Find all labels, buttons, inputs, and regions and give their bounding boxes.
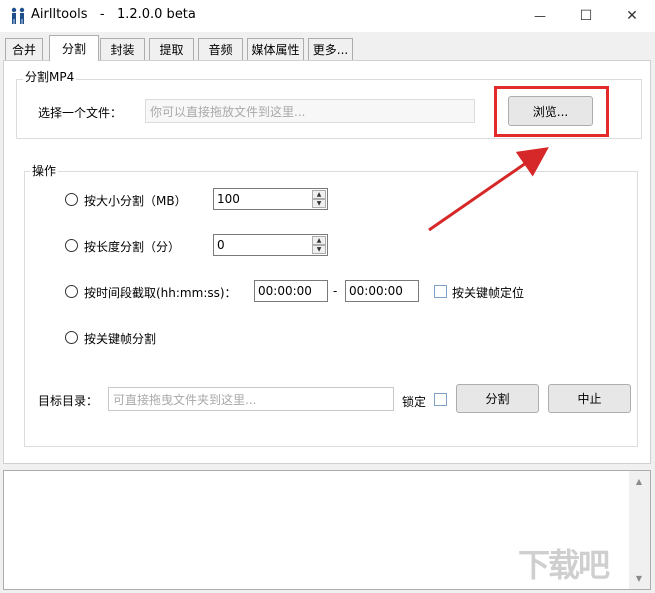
- end-time-input[interactable]: 00:00:00: [345, 280, 419, 302]
- length-stepper-value: 0: [217, 238, 225, 252]
- split-button[interactable]: 分割: [456, 384, 539, 413]
- radio-by-keyframe[interactable]: [65, 331, 78, 344]
- minimize-icon: —: [534, 9, 546, 23]
- scroll-down-icon[interactable]: ▼: [633, 574, 645, 586]
- annotation-arrow-icon: [428, 147, 549, 232]
- stop-button[interactable]: 中止: [548, 384, 631, 413]
- watermark-logo: 下载吧: [518, 546, 610, 584]
- keyframe-locate-label: 按关键帧定位: [452, 286, 525, 300]
- window-title: Airlltools - 1.2.0.0 beta: [31, 7, 196, 22]
- split-mp4-group-title: 分割MP4: [23, 68, 77, 85]
- file-input[interactable]: 你可以直接拖放文件到这里...: [145, 99, 475, 123]
- operation-group-title: 操作: [30, 162, 59, 179]
- annotation-highlight-box: [494, 86, 609, 137]
- maximize-icon: ☐: [579, 8, 593, 24]
- by-length-label: 按长度分割（分）: [84, 240, 181, 254]
- minimize-button[interactable]: —: [517, 0, 563, 32]
- tab-package[interactable]: 封装: [100, 38, 145, 60]
- stepper-down-icon[interactable]: ▼: [312, 245, 326, 254]
- file-label: 选择一个文件：: [38, 106, 123, 120]
- radio-by-length[interactable]: [65, 239, 78, 252]
- tab-split[interactable]: 分割: [49, 35, 99, 61]
- scroll-up-icon[interactable]: ▲: [633, 477, 645, 489]
- by-size-label: 按大小分割（MB）: [84, 194, 187, 208]
- tab-media-info[interactable]: 媒体属性: [247, 38, 304, 60]
- tab-more[interactable]: 更多...: [308, 38, 353, 60]
- tab-merge[interactable]: 合并: [5, 38, 43, 60]
- lock-label: 锁定: [402, 395, 427, 409]
- radio-by-time[interactable]: [65, 285, 78, 298]
- radio-by-size[interactable]: [65, 193, 78, 206]
- length-stepper[interactable]: 0 ▲ ▼: [213, 234, 328, 256]
- by-keyframe-label: 按关键帧分割: [84, 332, 157, 346]
- tab-extract[interactable]: 提取: [149, 38, 194, 60]
- size-stepper[interactable]: 100 ▲ ▼: [213, 188, 328, 210]
- by-time-label: 按时间段截取(hh:mm:ss)：: [84, 286, 237, 300]
- start-time-input[interactable]: 00:00:00: [254, 280, 328, 302]
- app-people-icon: [9, 7, 27, 25]
- target-dir-input[interactable]: 可直接拖曳文件夹到这里...: [108, 387, 394, 411]
- stepper-up-icon[interactable]: ▲: [312, 236, 326, 245]
- close-button[interactable]: ✕: [609, 0, 655, 32]
- time-separator: -: [333, 284, 338, 298]
- keyframe-locate-checkbox[interactable]: [434, 285, 447, 298]
- lock-checkbox[interactable]: [434, 393, 447, 406]
- target-dir-label: 目标目录：: [38, 394, 99, 408]
- size-stepper-value: 100: [217, 192, 240, 206]
- stepper-down-icon[interactable]: ▼: [312, 199, 326, 208]
- maximize-button[interactable]: ☐: [563, 0, 609, 32]
- tab-audio[interactable]: 音频: [198, 38, 243, 60]
- close-icon: ✕: [626, 8, 638, 24]
- stepper-up-icon[interactable]: ▲: [312, 190, 326, 199]
